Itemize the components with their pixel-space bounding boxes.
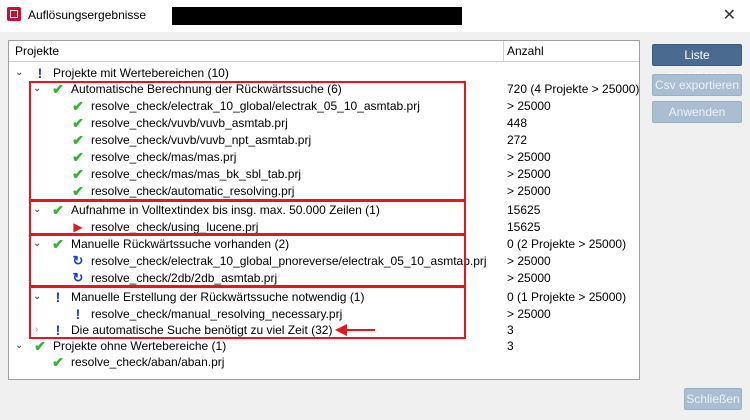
column-separator[interactable] <box>503 41 504 61</box>
column-header-projects[interactable]: Projekte <box>15 44 59 58</box>
tree-row-label: resolve_check/aban/aban.prj <box>71 355 225 369</box>
tree-row[interactable]: ✔ resolve_check/aban/aban.prj <box>9 354 639 370</box>
tree-row-count: > 25000 <box>507 254 551 268</box>
tree-row[interactable]: ⌄ ✔ Projekte ohne Wertebereiche (1) 3 <box>9 338 639 354</box>
annotation-arrow-icon <box>335 324 347 336</box>
tree-row-count: 0 (2 Projekte > 25000) <box>507 237 627 251</box>
tree-row-count: 3 <box>507 323 514 337</box>
export-list-button[interactable]: Liste exportieren <box>652 44 742 82</box>
tree-row-count: 720 (4 Projekte > 25000) <box>507 82 640 96</box>
highlight-box <box>29 200 466 235</box>
close-icon[interactable]: ✕ <box>723 5 736 25</box>
checkmark-icon: ✔ <box>34 338 46 354</box>
tree-row-count: > 25000 <box>507 99 551 113</box>
tree-row-count: > 25000 <box>507 167 551 181</box>
expand-chevron-icon[interactable]: ⌄ <box>15 65 25 81</box>
tree-row-count: > 25000 <box>507 307 551 321</box>
tree-row-count: > 25000 <box>507 271 551 285</box>
highlight-box <box>29 234 466 287</box>
tree-row-count: 448 <box>507 116 528 130</box>
expand-chevron-icon[interactable]: ⌄ <box>15 338 25 354</box>
highlight-box <box>29 81 466 201</box>
column-header-count[interactable]: Anzahl <box>507 44 544 58</box>
title-bar: Auflösungsergebnisse ✕ <box>0 0 750 32</box>
tree-row-count: 3 <box>507 339 514 353</box>
tree-row-label: Projekte ohne Wertebereiche (1) <box>53 339 227 353</box>
tree-row-count: 15625 <box>507 203 541 217</box>
tree-row[interactable]: ⌄ ! Projekte mit Wertebereichen (10) <box>9 65 639 81</box>
redacted-region <box>172 7 462 25</box>
tree-row-count: > 25000 <box>507 184 551 198</box>
window-title: Auflösungsergebnisse <box>28 8 147 22</box>
tree-row-label: Projekte mit Wertebereichen (10) <box>53 66 229 80</box>
tree-row-count: 0 (1 Projekte > 25000) <box>507 290 627 304</box>
tree-row-count: > 25000 <box>507 150 551 164</box>
highlight-box <box>29 286 466 339</box>
annotation-arrow-line <box>345 329 375 331</box>
exclamation-icon: ! <box>37 65 43 81</box>
tree-header: Projekte Anzahl <box>9 41 639 62</box>
close-button[interactable]: Schließen <box>684 388 742 410</box>
results-tree[interactable]: Projekte Anzahl ⌄ ! Projekte mit Wertebe… <box>8 40 640 380</box>
tree-row-count: 15625 <box>507 220 541 234</box>
app-icon <box>7 7 21 21</box>
apply-button[interactable]: Anwenden <box>652 101 742 123</box>
export-csv-button[interactable]: Csv exportieren <box>652 74 742 96</box>
tree-row-count: 272 <box>507 133 528 147</box>
checkmark-icon: ✔ <box>52 354 64 370</box>
